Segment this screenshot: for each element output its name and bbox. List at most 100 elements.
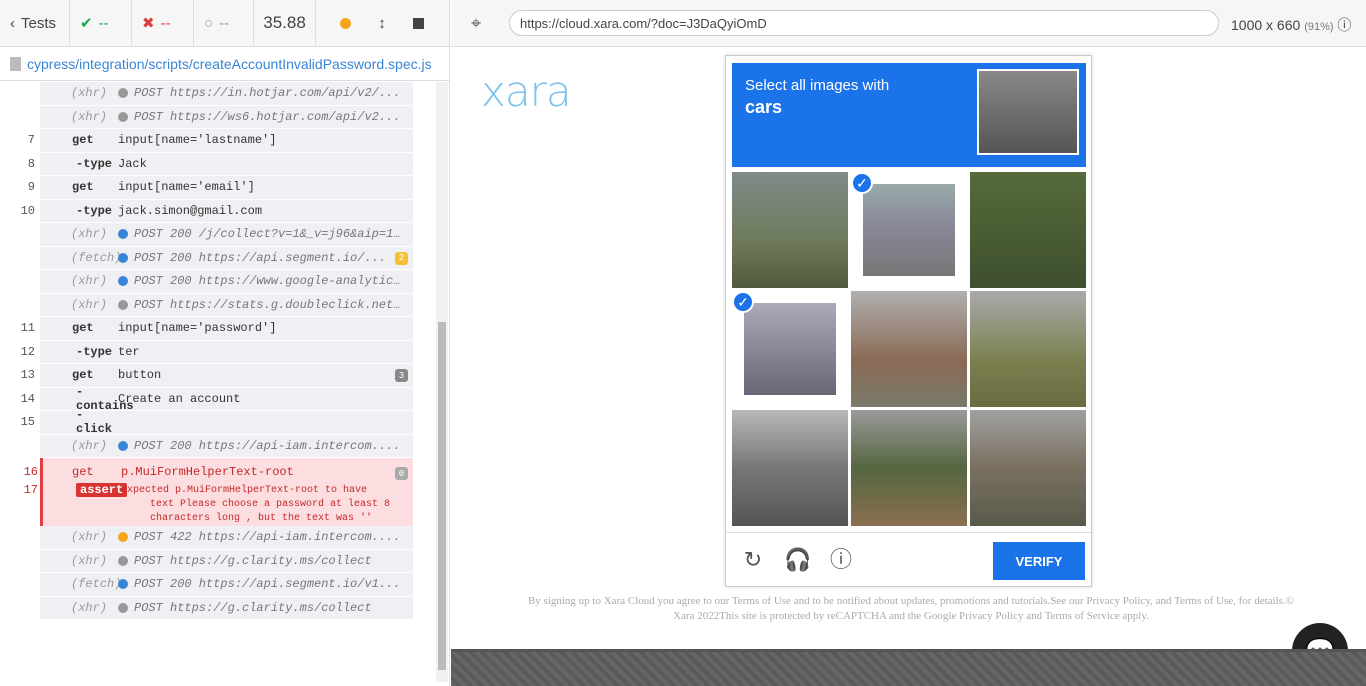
log-request-row[interactable]: (xhr) POST 200 /j/collect?v=1&_v=j96&aip=… [40, 223, 413, 247]
log-request-row[interactable]: (xhr) POST https://g.clarity.ms/collect [40, 549, 413, 573]
stop-icon[interactable] [413, 17, 425, 29]
log-value-text: POST https://g.clarity.ms/collect [134, 553, 372, 568]
failed-assertion[interactable]: 16 get p.MuiFormHelperText-root 0 17 assert ex… [24, 458, 413, 526]
url-bar[interactable]: https://cloud.xara.com/?doc=J3DaQyiOmD [509, 10, 1219, 36]
failed-value: -- [160, 14, 171, 32]
log-command-row[interactable]: 15 -click [21, 408, 413, 436]
log-value: POST 422 https://api-iam.intercom.... [118, 530, 413, 544]
verify-button[interactable]: VERIFY [993, 542, 1085, 580]
log-request-row[interactable]: (xhr) POST 200 https://api-iam.intercom..… [40, 434, 413, 458]
runner-controls: ↕ [316, 0, 448, 47]
captcha-tile[interactable] [851, 410, 967, 526]
captcha-tile[interactable] [732, 172, 848, 288]
captcha-tile[interactable] [851, 291, 967, 407]
log-value-text: input[name='email'] [118, 180, 255, 195]
log-value-text: POST https://g.clarity.ms/collect [134, 600, 372, 615]
aut-header: ⌖ https://cloud.xara.com/?doc=J3DaQyiOmD… [451, 0, 1366, 47]
log-command: get [72, 321, 94, 336]
captcha-tile[interactable] [970, 172, 1086, 288]
headphones-icon[interactable]: 🎧 [784, 547, 811, 573]
log-value: p.MuiFormHelperText-root [121, 465, 294, 479]
status-dot-icon [118, 229, 128, 240]
file-icon [10, 56, 21, 71]
viewport-bottom [451, 649, 1366, 686]
log-request-row[interactable]: (fetch) POST 200 https://api.segment.io/v… [40, 573, 413, 597]
log-number: 17 [23, 483, 38, 497]
log-value-text: jack.simon@gmail.com [118, 203, 263, 218]
log-value: POST 200 https://www.google-analytics.co… [118, 274, 413, 288]
count-badge: 0 [395, 467, 408, 480]
log-request-row[interactable]: (xhr) POST 200 https://www.google-analyti… [40, 270, 413, 294]
x-icon: ✖ [142, 15, 155, 32]
passed-value: -- [98, 14, 109, 32]
log-command-row[interactable]: 11 get input[name='password'] [21, 317, 413, 341]
captcha-tile[interactable]: ✓ [732, 291, 848, 407]
log-value: jack.simon@gmail.com [118, 204, 413, 218]
log-command-row[interactable]: 8 -type Jack [28, 152, 413, 176]
log-value-text: POST 200 /j/collect?v=1&_v=j96&aip=1&a=8… [134, 227, 413, 242]
runner-header: ‹ Tests ✔ -- ✖ -- ○ -- 35.88 ↕ [0, 0, 449, 47]
signup-footer: By signing up to Xara Cloud you agree to… [527, 595, 1295, 622]
failed-count: ✖ -- [132, 0, 194, 47]
spec-path[interactable]: cypress/integration/scripts/createAccoun… [0, 47, 449, 81]
log-command: (xhr) [71, 530, 108, 545]
reload-icon[interactable]: ↻ [740, 547, 766, 573]
scrollbar-thumb[interactable] [438, 322, 446, 670]
scrollbar[interactable] [436, 82, 448, 682]
captcha-tile[interactable]: ✓ [851, 172, 967, 288]
log-request-row[interactable]: (xhr) POST https://g.clarity.ms/collect [40, 596, 413, 620]
log-command: (xhr) [71, 274, 108, 289]
app-preview: ⌖ https://cloud.xara.com/?doc=J3DaQyiOmD… [451, 0, 1366, 686]
log-value-text: POST https://stats.g.doubleclick.net/j/c… [134, 297, 413, 312]
count-badge: 2 [395, 251, 408, 265]
info-icon[interactable]: ⓘ [1337, 17, 1351, 33]
log-request-row[interactable]: (xhr) POST https://stats.g.doubleclick.ne… [40, 293, 413, 317]
tests-label: Tests [21, 14, 57, 32]
captcha-instruction: Select all images with [745, 77, 890, 94]
selector-playground-icon[interactable]: ⌖ [471, 13, 481, 34]
log-value: input[name='lastname'] [118, 133, 413, 147]
log-command: (fetch) [71, 250, 122, 265]
log-command: get [72, 180, 94, 195]
status-dot-icon [118, 602, 128, 613]
log-command-row[interactable]: 12 -type ter [21, 340, 413, 364]
tests-button[interactable]: ‹ Tests [0, 0, 70, 47]
passed-count: ✔ -- [70, 0, 132, 47]
check-icon: ✓ [732, 291, 754, 313]
log-number: 13 [20, 368, 35, 383]
status-dot-icon [118, 276, 128, 287]
assert-message: expected p.MuiFormHelperText-root to hav… [121, 484, 368, 496]
viewport-size-value: 1000 x 660 [1231, 17, 1301, 33]
captcha-tile[interactable] [732, 410, 848, 526]
log-number: 9 [27, 180, 35, 195]
log-command-row[interactable]: 9 get input[name='email'] [28, 176, 413, 200]
command-log: (xhr) POST https://in.hotjar.com/api/v2/.… [21, 82, 413, 620]
viewport-size: 1000 x 660 (91%) ⓘ [1231, 15, 1351, 35]
autoscroll-toggle-icon[interactable]: ↕ [378, 15, 386, 32]
captcha-tile[interactable] [970, 291, 1086, 407]
log-command: -type [76, 156, 113, 171]
duration: 35.88 [254, 0, 316, 47]
log-value: POST 200 https://api.segment.io/... [118, 251, 413, 265]
log-number: 11 [20, 321, 35, 336]
log-value: Jack [118, 157, 413, 171]
log-request-row[interactable]: (xhr) POST https://ws6.hotjar.com/api/v2.… [40, 105, 413, 129]
log-command-row[interactable]: 10 -type jack.simon@gmail.com [21, 199, 413, 223]
log-request-row[interactable]: (fetch) POST 200 https://api.segment.io/.… [40, 246, 413, 270]
count-badge: 3 [395, 369, 408, 382]
info-icon[interactable]: ⓘ [828, 547, 854, 573]
log-value-text: POST 200 https://api.segment.io/v1... [134, 577, 401, 592]
log-command-row[interactable]: 7 get input[name='lastname'] [28, 129, 413, 153]
captcha-tile[interactable] [970, 410, 1086, 526]
log-value: POST https://ws6.hotjar.com/api/v2... [118, 110, 413, 124]
log-value-text: POST 422 https://api-iam.intercom.... [134, 530, 401, 545]
log-value: POST https://g.clarity.ms/collect [118, 554, 413, 568]
status-dot-icon [118, 579, 128, 590]
spec-path-label: cypress/integration/scripts/createAccoun… [27, 55, 432, 72]
status-dot-icon [118, 111, 128, 122]
status-dot-icon [118, 555, 128, 566]
log-request-row[interactable]: (xhr) POST 422 https://api-iam.intercom..… [40, 526, 413, 550]
log-value: POST https://g.clarity.ms/collect [118, 601, 413, 615]
recaptcha-challenge: Select all images with cars ✓ ✓ ↻ 🎧 ⓘ VE… [725, 55, 1093, 587]
log-request-row[interactable]: (xhr) POST https://in.hotjar.com/api/v2/.… [40, 82, 413, 106]
